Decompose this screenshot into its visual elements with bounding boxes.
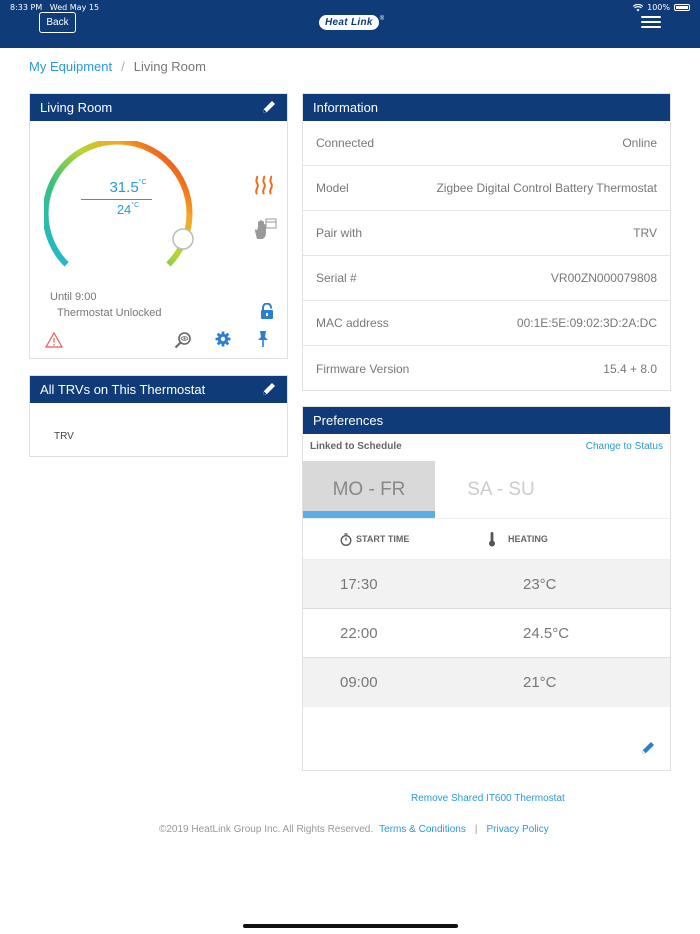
temperature-divider	[81, 199, 152, 200]
information-rows: Connected Online Model Zigbee Digital Cont…	[303, 121, 670, 391]
edit-pencil-icon[interactable]	[261, 99, 277, 115]
schedule-row[interactable]: 22:00 24.5°C	[303, 609, 670, 658]
heating-header-text: HEATING	[508, 534, 548, 544]
footer-divider: |	[474, 824, 478, 835]
info-row: Connected Online	[303, 121, 670, 166]
preferences-title: Preferences	[313, 413, 384, 428]
preferences-card: Preferences Linked to Schedule Change to…	[302, 406, 671, 771]
home-indicator	[243, 924, 458, 928]
info-label: Serial #	[316, 271, 357, 285]
footer: ©2019 HeatLink Group Inc. All Rights Res…	[159, 824, 549, 835]
start-time-header-text: START TIME	[356, 534, 410, 544]
warning-icon[interactable]	[45, 332, 63, 348]
preferences-mode-row: Linked to Schedule Change to Status	[303, 434, 670, 461]
info-value: Online	[622, 136, 657, 150]
info-value: TRV	[633, 226, 657, 240]
information-card-header: Information	[303, 94, 670, 121]
information-card: Information Connected Online Model Zigbee …	[302, 93, 671, 391]
battery-percent: 100%	[647, 3, 670, 12]
schedule-heat: 24.5°C	[523, 624, 570, 642]
information-title: Information	[313, 100, 379, 115]
status-right: 100%	[633, 3, 690, 12]
breadcrumb-separator: /	[121, 59, 125, 74]
status-time: 8:33 PM Wed May 15	[10, 3, 99, 12]
schedule-list: 17:30 23°C 22:00 24.5°C 09:00 21°C	[303, 560, 670, 707]
edit-schedule-pencil-icon[interactable]	[640, 740, 656, 756]
tab-mo-fr[interactable]: MO - FR	[303, 461, 435, 518]
preferences-card-header: Preferences	[303, 407, 670, 434]
pin-icon[interactable]	[257, 330, 269, 348]
schedule-time: 22:00	[340, 624, 378, 642]
privacy-link[interactable]: Privacy Policy	[486, 824, 548, 835]
info-label: MAC address	[316, 316, 389, 330]
dial-knob[interactable]	[172, 228, 194, 250]
current-temperature: 31.5°C	[109, 179, 147, 196]
trv-item[interactable]: TRV	[54, 431, 74, 442]
unlock-icon[interactable]	[260, 303, 274, 319]
battery-icon	[674, 4, 690, 11]
info-label: Model	[316, 181, 349, 195]
thermostat-title: Living Room	[40, 100, 113, 115]
remove-shared-thermostat-link[interactable]: Remove Shared IT600 Thermostat	[411, 793, 565, 804]
schedule-column-headers: START TIME HEATING	[303, 519, 670, 560]
lock-status-label: Thermostat Unlocked	[57, 307, 162, 319]
breadcrumb-current: Living Room	[133, 59, 206, 74]
registered-mark: ®	[379, 15, 385, 22]
copyright-text: ©2019 HeatLink Group Inc. All Rights Res…	[159, 824, 374, 835]
search-view-icon[interactable]	[174, 331, 192, 349]
logo-text: Heat Link	[319, 15, 379, 30]
wifi-icon	[633, 3, 644, 11]
trvs-card-header: All TRVs on This Thermostat	[30, 376, 287, 403]
info-value: 00:1E:5E:09:02:3D:2A:DC	[516, 316, 657, 330]
manual-hand-calendar-icon[interactable]	[252, 217, 278, 241]
set-temperature: 24°C	[116, 202, 140, 217]
terms-link[interactable]: Terms & Conditions	[379, 824, 466, 835]
info-row: Serial # VR00ZN000079808	[303, 256, 670, 301]
info-row: Firmware Version 15.4 + 8.0	[303, 346, 670, 391]
settings-gear-icon[interactable]	[215, 331, 231, 347]
start-time-header: START TIME	[340, 532, 410, 546]
heating-header: HEATING	[488, 531, 548, 547]
until-label: Until 9:00	[50, 291, 97, 303]
schedule-heat: 21°C	[523, 674, 557, 691]
day-tabs: MO - FR SA - SU	[303, 461, 670, 519]
linked-to-schedule-label: Linked to Schedule	[310, 441, 402, 452]
trvs-title: All TRVs on This Thermostat	[40, 382, 206, 397]
status-date-text: Wed May 15	[49, 3, 100, 12]
info-label: Connected	[316, 136, 375, 150]
info-label: Pair with	[316, 226, 363, 240]
schedule-time: 09:00	[340, 674, 378, 691]
breadcrumb-my-equipment[interactable]: My Equipment	[29, 59, 112, 74]
heatlink-logo: Heat Link ®	[319, 15, 384, 30]
info-value: VR00ZN000079808	[550, 271, 657, 285]
breadcrumb: My Equipment / Living Room	[29, 59, 206, 74]
thermostat-card: Living Room 31.5°C 24°C Until 9:00 Therm…	[29, 93, 288, 359]
info-row: MAC address 00:1E:5E:09:02:3D:2A:DC	[303, 301, 670, 346]
info-value: 15.4 + 8.0	[603, 361, 657, 376]
info-row: Pair with TRV	[303, 211, 670, 256]
tab-sa-su[interactable]: SA - SU	[435, 461, 567, 518]
info-row: Model Zigbee Digital Control Battery Ther…	[303, 166, 670, 211]
back-button[interactable]: Back	[39, 12, 76, 33]
heating-waves-icon	[255, 175, 273, 195]
schedule-heat: 23°C	[523, 575, 557, 593]
edit-pencil-icon[interactable]	[261, 381, 277, 397]
status-time-text: 8:33 PM	[10, 3, 43, 12]
info-value: Zigbee Digital Control Battery Thermosta…	[436, 181, 657, 195]
thermostat-card-header: Living Room	[30, 94, 287, 121]
info-label: Firmware Version	[316, 361, 410, 376]
stopwatch-icon	[340, 532, 352, 546]
schedule-time: 17:30	[340, 575, 378, 593]
top-app-bar: 8:33 PM Wed May 15 100% Back Heat Link ®	[0, 0, 700, 48]
schedule-row[interactable]: 17:30 23°C	[303, 560, 670, 609]
thermometer-icon	[489, 532, 495, 547]
trvs-card: All TRVs on This Thermostat TRV	[29, 375, 288, 457]
change-to-status-link[interactable]: Change to Status	[586, 441, 663, 461]
schedule-row[interactable]: 09:00 21°C	[303, 658, 670, 707]
hamburger-menu-icon[interactable]	[641, 16, 661, 28]
